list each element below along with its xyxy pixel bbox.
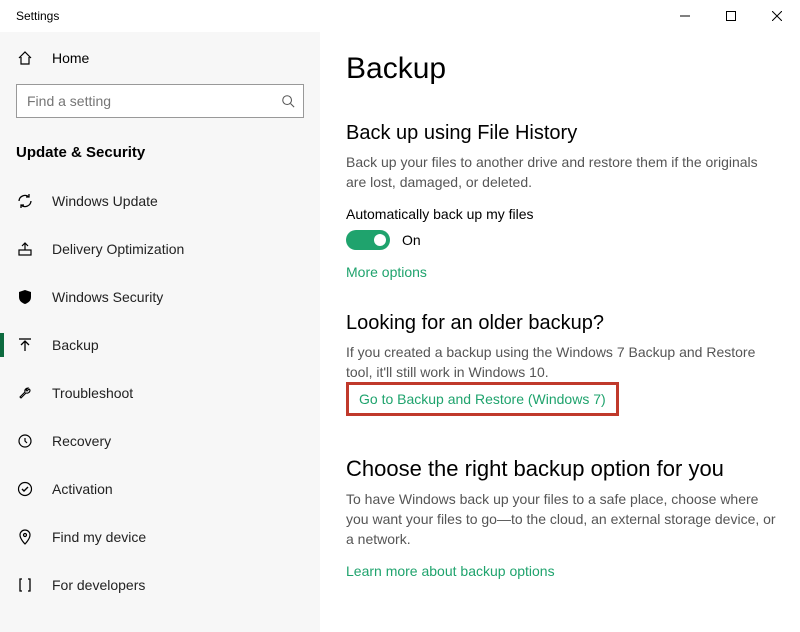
backup-restore-win7-link[interactable]: Go to Backup and Restore (Windows 7): [359, 391, 606, 407]
sidebar-item-label: Troubleshoot: [52, 385, 133, 401]
sidebar-item-for-developers[interactable]: For developers: [0, 565, 320, 605]
sidebar-item-troubleshoot[interactable]: Troubleshoot: [0, 373, 320, 413]
sidebar-item-delivery-optimization[interactable]: Delivery Optimization: [0, 229, 320, 269]
search-container: [0, 76, 320, 130]
section-heading: Looking for an older backup?: [346, 312, 780, 335]
sidebar-item-label: For developers: [52, 577, 145, 593]
sidebar-item-windows-security[interactable]: Windows Security: [0, 277, 320, 317]
sync-icon: [16, 193, 34, 209]
toggle-state: On: [402, 232, 421, 248]
shield-icon: [16, 289, 34, 305]
close-icon: [772, 11, 782, 21]
sidebar-item-label: Windows Update: [52, 193, 158, 209]
minimize-button[interactable]: [662, 0, 708, 32]
section-description: If you created a backup using the Window…: [346, 343, 780, 382]
sidebar-item-label: Activation: [52, 481, 113, 497]
maximize-icon: [726, 11, 736, 21]
sidebar-item-find-my-device[interactable]: Find my device: [0, 517, 320, 557]
maximize-button[interactable]: [708, 0, 754, 32]
sidebar-item-activation[interactable]: Activation: [0, 469, 320, 509]
main-panel: Backup Back up using File History Back u…: [320, 32, 800, 632]
minimize-icon: [680, 11, 690, 21]
more-options-link[interactable]: More options: [346, 264, 780, 280]
home-nav[interactable]: Home: [0, 40, 320, 76]
nav-list: Windows Update Delivery Optimization Win…: [0, 181, 320, 613]
auto-backup-toggle[interactable]: [346, 230, 390, 250]
section-heading: Choose the right backup option for you: [346, 456, 780, 482]
close-button[interactable]: [754, 0, 800, 32]
page-title: Backup: [346, 52, 780, 86]
section-choose-option: Choose the right backup option for you T…: [346, 456, 780, 579]
learn-more-link[interactable]: Learn more about backup options: [346, 563, 780, 579]
delivery-icon: [16, 241, 34, 257]
sidebar-item-label: Recovery: [52, 433, 111, 449]
sidebar-item-recovery[interactable]: Recovery: [0, 421, 320, 461]
search-input[interactable]: [17, 93, 303, 109]
sidebar-item-label: Backup: [52, 337, 99, 353]
section-heading: Back up using File History: [346, 122, 780, 145]
wrench-icon: [16, 385, 34, 401]
sidebar: Home Update & Security Windows Update: [0, 32, 320, 632]
home-label: Home: [52, 50, 89, 66]
section-description: Back up your files to another drive and …: [346, 153, 780, 192]
search-box[interactable]: [16, 84, 304, 118]
location-icon: [16, 529, 34, 545]
recovery-icon: [16, 433, 34, 449]
backup-icon: [16, 337, 34, 353]
sidebar-item-backup[interactable]: Backup: [0, 325, 320, 365]
window-controls: [662, 0, 800, 32]
section-file-history: Back up using File History Back up your …: [346, 122, 780, 280]
titlebar: Settings: [0, 0, 800, 32]
check-circle-icon: [16, 481, 34, 497]
brackets-icon: [16, 577, 34, 593]
window-title: Settings: [16, 9, 59, 23]
sidebar-item-label: Delivery Optimization: [52, 241, 184, 257]
section-older-backup: Looking for an older backup? If you crea…: [346, 312, 780, 416]
content-area: Home Update & Security Windows Update: [0, 32, 800, 632]
toggle-label: Automatically back up my files: [346, 206, 780, 222]
highlighted-link-box: Go to Backup and Restore (Windows 7): [346, 382, 619, 416]
section-description: To have Windows back up your files to a …: [346, 490, 780, 549]
toggle-row: On: [346, 230, 780, 250]
category-heading: Update & Security: [0, 130, 320, 181]
sidebar-item-windows-update[interactable]: Windows Update: [0, 181, 320, 221]
home-icon: [16, 50, 34, 66]
sidebar-item-label: Find my device: [52, 529, 146, 545]
sidebar-item-label: Windows Security: [52, 289, 163, 305]
search-icon: [281, 94, 295, 108]
